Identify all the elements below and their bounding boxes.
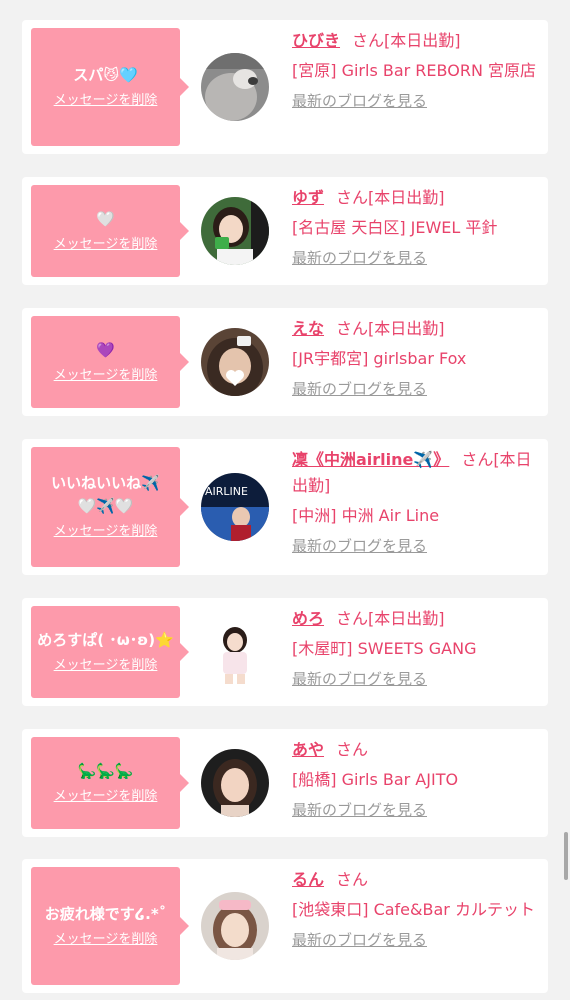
message-bubble: スパ😼🩵 メッセージを削除 <box>31 28 189 146</box>
shop-label: [JR宇都宮] girlsbar Fox <box>292 349 467 368</box>
message-text: スパ😼🩵 <box>73 65 138 84</box>
shop-label: [船橋] Girls Bar AJITO <box>292 770 459 789</box>
message-card: 💜 メッセージを削除 えな さん[本日出勤] [JR宇都宮] girlsbar F… <box>22 308 548 416</box>
delete-message-link[interactable]: メッセージを削除 <box>54 522 158 542</box>
cast-status: さん[本日出勤] <box>336 188 445 207</box>
message-text: お疲れ様です໒.*˚ <box>44 904 167 923</box>
latest-blog-link[interactable]: 最新のブログを見る <box>292 247 427 269</box>
cast-name-link[interactable]: めろ <box>292 609 324 628</box>
cast-info: 凜《中洲airline✈️》 さん[本日出勤] [中洲] 中洲 Air Line … <box>292 447 540 557</box>
latest-blog-link[interactable]: 最新のブログを見る <box>292 378 427 400</box>
portrait-dark-icon <box>201 749 269 817</box>
message-bubble: 🦕🦕🦕 メッセージを削除 <box>31 737 189 829</box>
message-text: めろすぱ( ･ω･ʚ)⭐️ <box>37 630 174 649</box>
shop-label: [名古屋 天白区] JEWEL 平針 <box>292 218 498 237</box>
cast-status: さん[本日出勤] <box>352 31 461 50</box>
message-text: 🦕🦕🦕 <box>77 761 134 780</box>
avatar[interactable] <box>201 197 269 265</box>
latest-blog-link[interactable]: 最新のブログを見る <box>292 929 427 951</box>
avatar[interactable] <box>201 618 269 686</box>
shop-label: [木屋町] SWEETS GANG <box>292 639 477 658</box>
delete-message-link[interactable]: メッセージを削除 <box>54 91 158 111</box>
message-bubble: お疲れ様です໒.*˚ メッセージを削除 <box>31 867 189 985</box>
message-card: お疲れ様です໒.*˚ メッセージを削除 るん さん [池袋東口] Cafe&Bar… <box>22 859 548 993</box>
cast-name-link[interactable]: ひびき <box>292 31 340 50</box>
cast-info: めろ さん[本日出勤] [木屋町] SWEETS GANG 最新のブログを見る <box>292 606 540 690</box>
message-text-line: いいねいいね✈️ <box>51 474 160 492</box>
cast-name-link[interactable]: 凜《中洲airline✈️》 <box>292 450 449 469</box>
message-bubble: めろすぱ( ･ω･ʚ)⭐️ メッセージを削除 <box>31 606 189 698</box>
message-bubble: 🤍 メッセージを削除 <box>31 185 189 277</box>
gray-portrait-icon <box>201 53 269 121</box>
delete-message-link[interactable]: メッセージを削除 <box>54 235 158 255</box>
cast-info: るん さん [池袋東口] Cafe&Bar カルテット 最新のブログを見る <box>292 867 540 951</box>
latest-blog-link[interactable]: 最新のブログを見る <box>292 535 427 557</box>
message-text: 🤍 <box>96 209 115 228</box>
cast-status: さん[本日出勤] <box>336 609 445 628</box>
latest-blog-link[interactable]: 最新のブログを見る <box>292 668 427 690</box>
cast-status: さん <box>336 740 369 759</box>
latest-blog-link[interactable]: 最新のブログを見る <box>292 799 427 821</box>
cast-info: ゆず さん[本日出勤] [名古屋 天白区] JEWEL 平針 最新のブログを見る <box>292 185 540 269</box>
cast-info: あや さん [船橋] Girls Bar AJITO 最新のブログを見る <box>292 737 540 821</box>
message-card: めろすぱ( ･ω･ʚ)⭐️ メッセージを削除 めろ さん[本日出勤] [木屋町] … <box>22 598 548 706</box>
message-card: いいねいいね✈️ 🤍✈️🤍 メッセージを削除 AIRLINE 凜《中洲airli… <box>22 439 548 575</box>
cast-info: ひびき さん[本日出勤] [宮原] Girls Bar REBORN 宮原店 最新… <box>292 28 540 112</box>
cast-name-link[interactable]: るん <box>292 870 324 889</box>
cast-status: さん <box>336 870 369 889</box>
cast-status: さん[本日出勤] <box>336 319 445 338</box>
delete-message-link[interactable]: メッセージを削除 <box>54 656 158 676</box>
avatar[interactable] <box>201 328 269 396</box>
portrait-white-icon <box>201 618 269 686</box>
scrollbar-thumb[interactable] <box>564 832 568 880</box>
message-card: 🤍 メッセージを削除 ゆず さん[本日出勤] [名古屋 天白区] JEWEL 平針… <box>22 177 548 285</box>
avatar[interactable] <box>201 749 269 817</box>
message-card: スパ😼🩵 メッセージを削除 ひびき さん[本日出勤] [宮原] Girls Bar… <box>22 20 548 154</box>
shop-label: [宮原] Girls Bar REBORN 宮原店 <box>292 61 536 80</box>
avatar[interactable] <box>201 53 269 121</box>
airline-portrait-icon: AIRLINE <box>201 473 269 541</box>
shop-label: [池袋東口] Cafe&Bar カルテット <box>292 900 535 919</box>
latest-blog-link[interactable]: 最新のブログを見る <box>292 90 427 112</box>
message-bubble: 💜 メッセージを削除 <box>31 316 189 408</box>
message-bubble: いいねいいね✈️ 🤍✈️🤍 メッセージを削除 <box>31 447 189 567</box>
message-text-line: 🤍✈️🤍 <box>77 497 134 515</box>
message-card: 🦕🦕🦕 メッセージを削除 あや さん [船橋] Girls Bar AJITO 最… <box>22 729 548 837</box>
delete-message-link[interactable]: メッセージを削除 <box>54 366 158 386</box>
delete-message-link[interactable]: メッセージを削除 <box>54 930 158 950</box>
portrait-green-icon <box>201 197 269 265</box>
shop-label: [中洲] 中洲 Air Line <box>292 506 440 525</box>
delete-message-link[interactable]: メッセージを削除 <box>54 787 158 807</box>
avatar[interactable]: AIRLINE <box>201 473 269 541</box>
avatar[interactable] <box>201 892 269 960</box>
cast-info: えな さん[本日出勤] [JR宇都宮] girlsbar Fox 最新のブログを見… <box>292 316 540 400</box>
portrait-nurse-icon <box>201 892 269 960</box>
message-text: 💜 <box>96 340 115 359</box>
cast-name-link[interactable]: えな <box>292 319 324 338</box>
portrait-heart-icon <box>201 328 269 396</box>
cast-name-link[interactable]: ゆず <box>292 188 324 207</box>
svg-text:AIRLINE: AIRLINE <box>205 485 248 498</box>
cast-name-link[interactable]: あや <box>292 740 324 759</box>
